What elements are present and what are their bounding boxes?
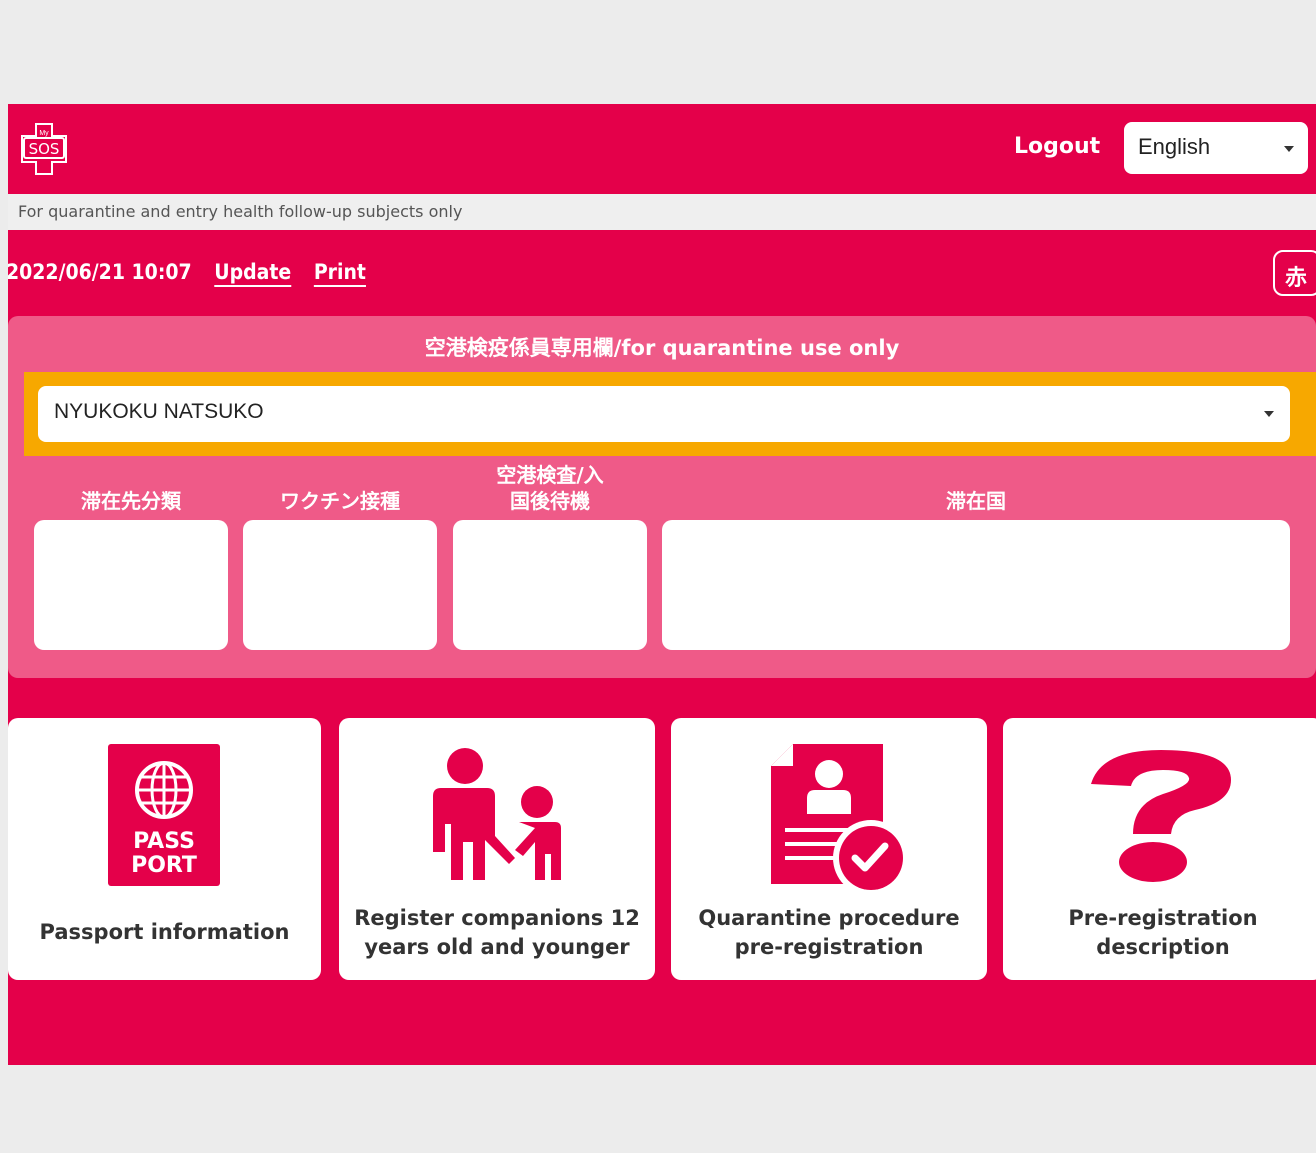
quarantine-registration-card[interactable]: Quarantine procedure pre-registration [671,718,987,980]
companions-card[interactable]: Register companions 12 years old and you… [339,718,655,980]
print-link[interactable]: Print [314,260,366,284]
logo-small-text: My [39,130,49,137]
companions-card-label-1: Register companions 12 [354,906,640,930]
panel-title: 空港検疫係員専用欄/for quarantine use only [424,336,900,360]
person-select-value: NYUKOKU NATSUKO [54,400,264,423]
quarantine-registration-label-1: Quarantine procedure [698,906,960,930]
field-label-vaccination: ワクチン接種 [280,489,400,513]
field-label-airport-test-text: 空港検査/入国後待機 [496,463,604,513]
field-box-stay-country [662,520,1290,650]
question-mark-icon [1091,750,1231,882]
passport-icon: PASS PORT [108,744,220,886]
mysos-logo[interactable]: My SOS [18,122,70,176]
passport-card[interactable]: PASS PORT Passport information [8,718,321,980]
header-bar: My SOS Logout English [8,104,1316,194]
datetime-label: 2022/06/21 10:07 [8,260,192,284]
language-select[interactable]: English [1124,122,1308,174]
field-label-stay-category: 滞在先分類 [81,489,181,513]
logout-link[interactable]: Logout [1014,134,1100,159]
document-check-icon [771,744,909,896]
passport-card-label: Passport information [39,920,290,944]
passport-icon-text-1: PASS [133,829,195,854]
app-frame: My SOS Logout English For quarantine and… [8,104,1316,1065]
preregistration-description-card[interactable]: Pre-registration description [1003,718,1316,980]
quarantine-panel: 空港検疫係員専用欄/for quarantine use only NYUKOK… [8,316,1316,678]
chevron-down-icon [1284,146,1294,152]
person-select[interactable]: NYUKOKU NATSUKO [38,386,1290,442]
toolbar-row: 2022/06/21 10:07 Update Print [8,260,366,290]
chevron-down-icon [1264,411,1274,417]
field-label-stay-country: 滞在国 [946,489,1006,513]
field-label-airport-test: 空港検査/入国後待機 [453,462,647,514]
update-link[interactable]: Update [214,260,291,284]
passport-icon-text-2: PORT [131,853,197,878]
person-select-highlight: NYUKOKU NATSUKO [24,372,1316,456]
red-toggle-button[interactable]: 赤 [1273,250,1316,296]
language-select-value: English [1138,134,1211,159]
notice-bar: For quarantine and entry health follow-u… [8,194,1316,230]
quarantine-registration-label-2: pre-registration [734,935,924,959]
field-box-airport-test [453,520,647,650]
preregistration-description-label-2: description [1096,935,1230,959]
field-box-stay-category [34,520,228,650]
parent-child-icon [433,748,561,880]
companions-card-label-2: years old and younger [364,935,630,959]
field-box-vaccination [243,520,437,650]
preregistration-description-label-1: Pre-registration [1068,906,1258,930]
logo-text: SOS [29,140,60,158]
